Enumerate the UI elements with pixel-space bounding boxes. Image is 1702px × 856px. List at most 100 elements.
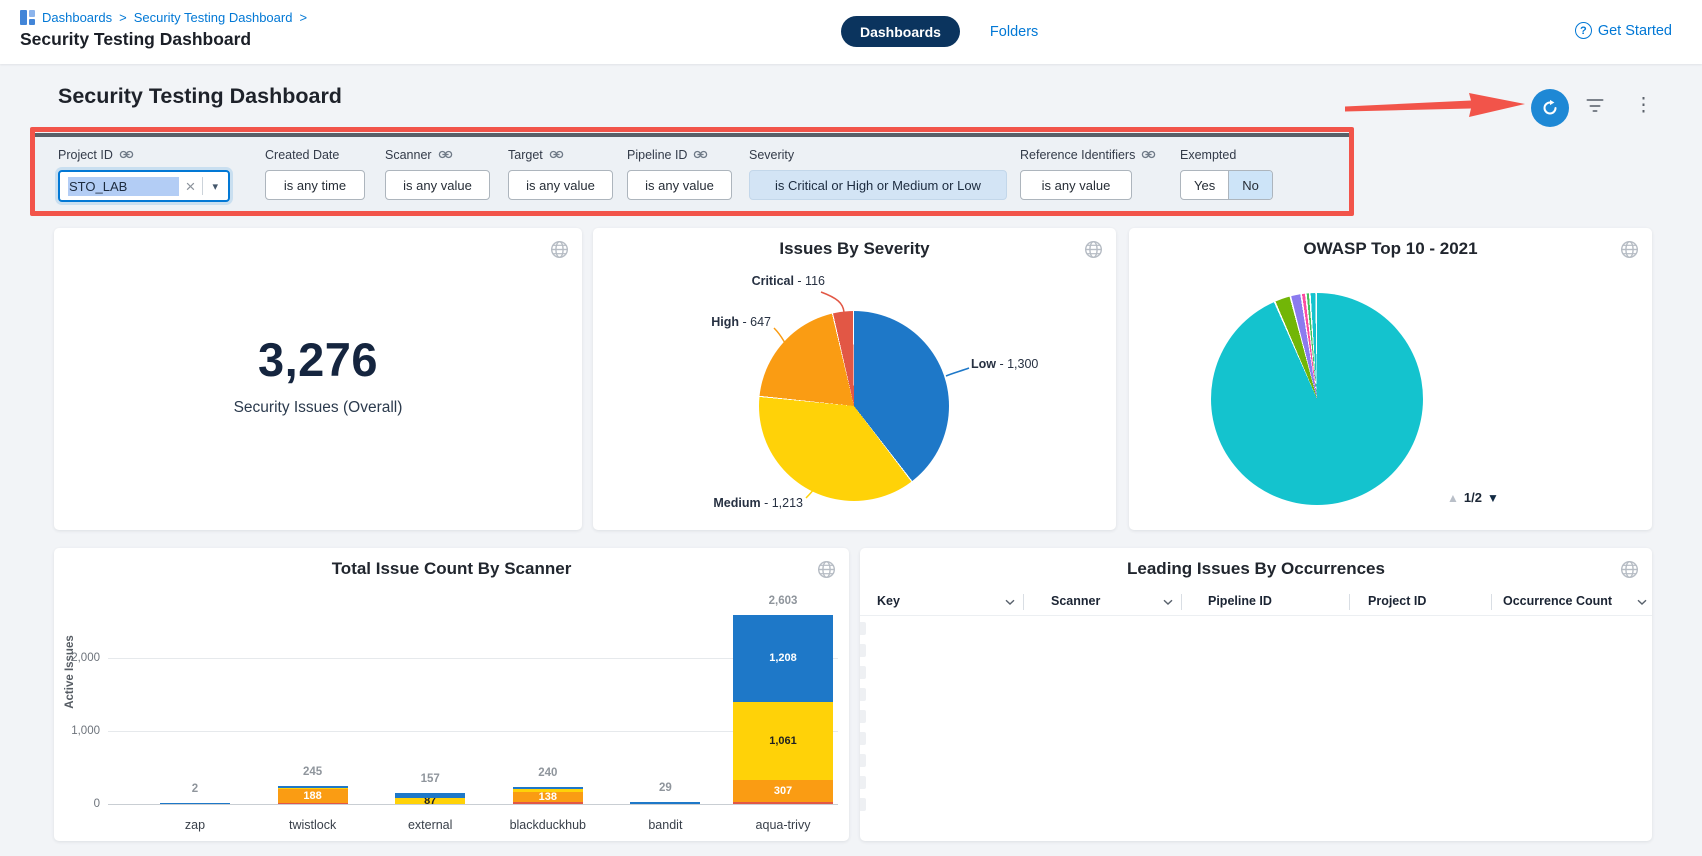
- filter-label-text: Scanner: [385, 148, 432, 162]
- bar-segment-value: 138: [539, 791, 557, 803]
- card-leading-issues-by-occurrences: Leading Issues By Occurrences Key Scanne…: [860, 548, 1652, 841]
- occurrences-table-title: Leading Issues By Occurrences: [860, 559, 1652, 579]
- pipeline-id-filter-button[interactable]: is any value: [627, 170, 732, 200]
- column-header-pipeline-id[interactable]: Pipeline ID: [1208, 594, 1272, 608]
- severity-chart-title: Issues By Severity: [593, 239, 1116, 259]
- filter-label-pipeline-id: Pipeline ID: [627, 147, 732, 162]
- page-down-icon[interactable]: ▼: [1487, 491, 1499, 505]
- severity-pie[interactable]: [759, 311, 949, 501]
- bar-segment-low-zap[interactable]: [160, 803, 230, 804]
- exempted-yes-button[interactable]: Yes: [1181, 171, 1228, 199]
- breadcrumb: Dashboards > Security Testing Dashboard …: [20, 10, 307, 25]
- bar-segment-medium-blackduckhub[interactable]: [513, 789, 583, 792]
- bar-segment-value: 1,208: [769, 652, 797, 664]
- skeleton-stripe: [860, 754, 866, 767]
- filter-project-id: Project ID STO_LAB × ▾: [58, 147, 230, 202]
- bar-total-aqua-trivy: 2,603: [769, 595, 798, 607]
- filter-label-text: Target: [508, 148, 543, 162]
- tab-folders[interactable]: Folders: [990, 24, 1038, 40]
- owasp-chart-title: OWASP Top 10 - 2021: [1129, 239, 1652, 259]
- created-date-filter-button[interactable]: is any time: [265, 170, 365, 200]
- owasp-pagination: ▲ 1/2 ▼: [1447, 490, 1499, 505]
- get-started-label: Get Started: [1598, 23, 1672, 39]
- project-id-value: STO_LAB: [68, 177, 179, 196]
- overall-issues-value: 3,276: [54, 332, 582, 387]
- project-id-combobox[interactable]: STO_LAB × ▾: [58, 170, 230, 202]
- link-icon: [1141, 150, 1156, 159]
- dashboard-filters-icon[interactable]: [1586, 99, 1604, 113]
- chevron-down-icon[interactable]: [1637, 599, 1647, 606]
- pie-label-high: High - 647: [711, 315, 771, 329]
- x-axis-label-twistlock: twistlock: [289, 818, 336, 832]
- exempted-no-button[interactable]: No: [1228, 171, 1272, 199]
- filter-created-date: Created Date is any time: [265, 147, 365, 200]
- link-icon: [119, 150, 134, 159]
- filter-severity: Severity is Critical or High or Medium o…: [749, 147, 1007, 200]
- owasp-pie[interactable]: [1211, 293, 1423, 505]
- card-issues-by-severity: Issues By Severity Low - 1,300Medium - 1…: [593, 228, 1116, 530]
- column-header-scanner[interactable]: Scanner: [1051, 594, 1100, 608]
- page-up-icon[interactable]: ▲: [1447, 491, 1459, 505]
- bar-segment-value: 307: [774, 785, 792, 797]
- target-filter-button[interactable]: is any value: [508, 170, 613, 200]
- breadcrumb-separator: >: [119, 10, 127, 25]
- filter-label-created-date: Created Date: [265, 147, 365, 162]
- filter-exempted: Exempted Yes No: [1180, 147, 1273, 200]
- filter-target: Target is any value: [508, 147, 613, 200]
- column-divider: [1349, 594, 1350, 610]
- exempted-toggle: Yes No: [1180, 170, 1273, 200]
- filter-label-text: Project ID: [58, 148, 113, 162]
- skeleton-stripe: [860, 710, 866, 723]
- severity-filter-button[interactable]: is Critical or High or Medium or Low: [749, 170, 1007, 200]
- column-header-project-id[interactable]: Project ID: [1368, 594, 1426, 608]
- get-started-link[interactable]: ? Get Started: [1575, 22, 1672, 39]
- skeleton-stripe: [860, 776, 866, 789]
- refresh-button[interactable]: [1531, 89, 1569, 127]
- scanner-filter-button[interactable]: is any value: [385, 170, 490, 200]
- filter-label-text: Severity: [749, 148, 794, 162]
- refresh-icon: [1541, 99, 1559, 117]
- card-total-issue-count-by-scanner: Total Issue Count By Scanner Active Issu…: [54, 548, 849, 841]
- filter-label-text: Reference Identifiers: [1020, 148, 1135, 162]
- app-header: Dashboards > Security Testing Dashboard …: [0, 0, 1702, 64]
- pie-label-medium: Medium - 1,213: [713, 496, 803, 510]
- breadcrumb-current[interactable]: Security Testing Dashboard: [134, 10, 293, 25]
- occurrences-table-header: Key Scanner Pipeline ID Project ID Occur…: [860, 590, 1652, 616]
- bar-segment-critical-twistlock[interactable]: [278, 803, 348, 804]
- filter-label-exempted: Exempted: [1180, 147, 1273, 162]
- card-security-issues-overall: 3,276 Security Issues (Overall): [54, 228, 582, 530]
- chevron-down-icon[interactable]: [1163, 599, 1173, 606]
- globe-icon: [550, 240, 569, 264]
- filter-scanner: Scanner is any value: [385, 147, 490, 200]
- skeleton-stripe: [860, 666, 866, 679]
- bar-segment-low-blackduckhub[interactable]: [513, 787, 583, 789]
- bar-segment-medium-twistlock[interactable]: [278, 788, 348, 789]
- dashboard-title: Security Testing Dashboard: [58, 84, 342, 109]
- caret-down-icon[interactable]: ▾: [203, 180, 222, 193]
- column-divider: [1181, 594, 1182, 610]
- bar-segment-low-external[interactable]: [395, 793, 465, 798]
- kebab-menu-icon[interactable]: ⋮: [1628, 94, 1659, 118]
- tab-dashboards[interactable]: Dashboards: [841, 16, 960, 47]
- clear-icon[interactable]: ×: [179, 178, 203, 195]
- overall-issues-label: Security Issues (Overall): [54, 399, 582, 417]
- breadcrumb-separator: >: [299, 10, 307, 25]
- column-divider: [1491, 594, 1492, 610]
- chevron-down-icon[interactable]: [1005, 599, 1015, 606]
- reference-identifiers-filter-button[interactable]: is any value: [1020, 170, 1132, 200]
- filter-pipeline-id: Pipeline ID is any value: [627, 147, 732, 200]
- bar-segment-low-twistlock[interactable]: [278, 786, 348, 788]
- gridline: [108, 804, 838, 805]
- column-header-occurrence-count[interactable]: Occurrence Count: [1503, 594, 1612, 608]
- skeleton-stripe: [860, 622, 866, 635]
- bar-segment-critical-aqua-trivy[interactable]: [733, 802, 833, 804]
- filter-label-text: Created Date: [265, 148, 339, 162]
- skeleton-stripe: [860, 644, 866, 657]
- bar-segment-low-bandit[interactable]: [630, 802, 700, 804]
- header-tabs: Dashboards Folders: [841, 16, 1038, 47]
- pie-label-critical: Critical - 116: [752, 274, 825, 288]
- column-header-key[interactable]: Key: [877, 594, 900, 608]
- link-icon: [549, 150, 564, 159]
- bar-total-zap: 2: [192, 783, 198, 795]
- breadcrumb-dashboards[interactable]: Dashboards: [42, 10, 112, 25]
